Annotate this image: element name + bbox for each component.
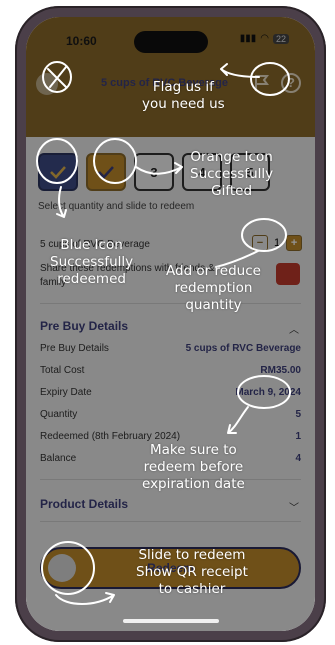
detail-row: Quantity 5	[40, 409, 301, 420]
chevron-up-icon[interactable]: ︿	[289, 321, 299, 336]
slider-label: Redeem	[147, 561, 194, 575]
redeem-slider[interactable]: Redeem	[40, 547, 301, 589]
app-screen: 10:60 ▮▮▮ ◠ 22 5 cups of RVC Beverage ?	[26, 17, 315, 631]
detail-row: Pre Buy Details 5 cups of RVC Beverage	[40, 343, 301, 354]
detail-value: 5	[295, 409, 301, 420]
redeem-instruction: Select quantity and slide to redeem	[38, 201, 195, 212]
prebuy-section-title[interactable]: Pre Buy Details	[40, 319, 128, 333]
quantity-stepper: − 1 +	[252, 235, 303, 251]
detail-label: Quantity	[40, 409, 78, 420]
increase-button[interactable]: +	[286, 235, 303, 251]
flag-icon[interactable]	[252, 73, 272, 93]
detail-row: Redeemed (8th February 2024) 1	[40, 431, 301, 442]
divider	[40, 521, 301, 522]
check-icon	[98, 166, 114, 179]
detail-label: Expiry Date	[40, 387, 92, 398]
back-button[interactable]	[36, 73, 58, 95]
redemption-status-row: 3 4 5	[38, 153, 270, 191]
status-box-5: 5	[230, 153, 270, 191]
detail-row: Total Cost RM35.00	[40, 365, 301, 376]
signal-icon: ▮▮▮	[239, 33, 257, 44]
detail-label: Redeemed (8th February 2024)	[40, 431, 181, 442]
share-icon[interactable]	[276, 263, 300, 285]
redeemed-status-box	[38, 153, 78, 191]
app-header: 5 cups of RVC Beverage ?	[26, 57, 315, 137]
detail-label: Pre Buy Details	[40, 343, 109, 354]
detail-value: RM35.00	[260, 365, 301, 376]
battery-icon: 22	[272, 33, 289, 44]
dynamic-island	[134, 31, 208, 53]
status-box-3: 3	[134, 153, 174, 191]
status-bar: 10:60 ▮▮▮ ◠ 22	[26, 17, 315, 57]
detail-row: Balance 4	[40, 453, 301, 464]
phone-frame: 10:60 ▮▮▮ ◠ 22 5 cups of RVC Beverage ?	[15, 6, 326, 642]
detail-label: Balance	[40, 453, 77, 464]
status-icons: ▮▮▮ ◠ 22	[240, 33, 289, 44]
quantity-value: 1	[274, 237, 281, 249]
check-icon	[50, 166, 66, 179]
main-content: 3 4 5 Select quantity and slide to redee…	[26, 137, 315, 631]
status-box-4: 4	[182, 153, 222, 191]
gifted-status-box	[86, 153, 126, 191]
product-details-title[interactable]: Product Details	[40, 497, 128, 511]
detail-value: March 9, 2024	[235, 387, 301, 398]
detail-label: Total Cost	[40, 365, 85, 376]
chevron-down-icon[interactable]: ﹀	[289, 499, 299, 514]
detail-value: 1	[295, 431, 301, 442]
detail-row: Expiry Date March 9, 2024	[40, 387, 301, 398]
wifi-icon: ◠	[260, 33, 269, 44]
divider	[40, 303, 301, 304]
status-time: 10:60	[66, 34, 97, 48]
detail-value: 5 cups of RVC Beverage	[185, 343, 301, 354]
share-text: Share these redemptions with friends & f…	[40, 263, 215, 288]
help-icon[interactable]: ?	[281, 73, 301, 93]
decrease-button[interactable]: −	[252, 235, 268, 251]
quantity-label: 5 cups of RVC Beverage	[40, 239, 150, 250]
detail-value: 4	[295, 453, 301, 464]
home-indicator	[123, 619, 219, 623]
page-title: 5 cups of RVC Beverage	[101, 77, 228, 89]
divider	[40, 479, 301, 480]
